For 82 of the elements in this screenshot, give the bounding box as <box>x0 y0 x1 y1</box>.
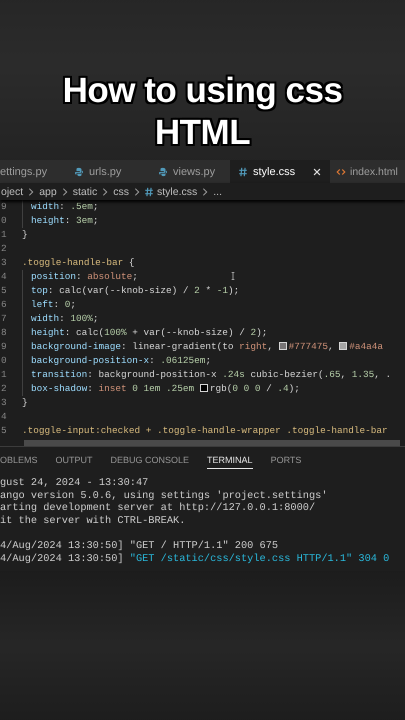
terminal-line: ango version 5.0.6, using settings 'project.settings' <box>0 490 328 502</box>
code-line: } <box>22 396 28 410</box>
video-title: How to using css <box>62 70 342 112</box>
line-number: 4 <box>0 270 8 284</box>
editor-tab[interactable]: style.css <box>230 160 330 183</box>
code-text: 0 0 0 <box>232 383 260 394</box>
code-text: rgb( <box>210 383 232 394</box>
code-text: : <box>87 383 94 394</box>
breadcrumb-item[interactable]: app <box>38 186 58 198</box>
code-line: width: 100%; <box>22 312 99 326</box>
terminal-text: "GET /static/css/style.css HTTP/1.1" 304 0 <box>130 552 390 565</box>
line-number: 0 <box>0 214 8 228</box>
code-line: left: 0; <box>22 298 76 312</box>
code-text: , <box>328 341 335 352</box>
line-number: 5 <box>0 424 8 438</box>
line-number: 2 <box>0 382 8 396</box>
terminal-line: 4/Aug/2024 13:30:50] "GET / HTTP/1.1" 200 675 <box>0 538 280 553</box>
panel-tab[interactable]: TERMINAL <box>207 452 253 468</box>
line-number: 0 <box>0 354 8 368</box>
text-cursor-icon <box>229 270 237 282</box>
editor-tab[interactable]: ettings.py <box>0 160 68 183</box>
code-line: height: calc(100% + var(--knob-size) / 2); <box>22 326 268 340</box>
code-text: right <box>239 341 268 352</box>
breadcrumb-item[interactable]: css <box>112 186 130 198</box>
code-line: height: 3em; <box>22 214 99 228</box>
python-file-icon <box>158 166 168 176</box>
angle-brackets-icon <box>336 166 346 176</box>
color-swatch[interactable] <box>278 342 287 350</box>
line-number: 6 <box>0 298 8 312</box>
scrollbar[interactable] <box>24 440 400 446</box>
code-text: .4 <box>277 383 289 394</box>
terminal-line: arting development server at http://127.0.0.1:8000/ <box>0 502 316 515</box>
close-icon[interactable] <box>312 166 322 176</box>
terminal-text: 4/Aug/2024 13:30:50] <box>0 552 125 565</box>
line-number: 1 <box>0 228 8 242</box>
panel-tab[interactable]: OUTPUT <box>56 452 93 468</box>
code-line: position: absolute; <box>22 270 138 284</box>
panel-tab[interactable]: OBLEMS <box>0 452 38 468</box>
code-text: 0 1em .25em <box>132 383 196 394</box>
line-number: 2 <box>0 242 8 256</box>
video-title: HTML <box>154 112 250 154</box>
terminal-line: gust 24, 2024 - 13:30:47 <box>0 477 150 490</box>
panel-tab[interactable]: DEBUG CONSOLE <box>110 452 190 468</box>
code-line: width: .5em; <box>22 200 99 214</box>
code-text: #a4a4a <box>349 341 383 352</box>
line-number: 1 <box>0 368 8 382</box>
code-text: / <box>265 383 273 394</box>
color-swatch[interactable] <box>200 384 208 392</box>
python-file-icon <box>74 166 84 176</box>
line-number: 3 <box>0 396 8 410</box>
line-number: 4 <box>0 410 8 424</box>
hash-icon <box>144 186 154 196</box>
code-line: } <box>22 228 28 242</box>
code-line: top: calc(var(--knob-size) / 2 * -1); <box>22 284 240 298</box>
code-text: background-image <box>31 341 122 352</box>
code-line: .toggle-handle-bar { <box>22 256 135 270</box>
hash-icon <box>238 166 248 176</box>
code-text: box-shadow <box>31 383 88 394</box>
line-number: 8 <box>0 326 8 340</box>
code-line: .toggle-input:checked + .toggle-handle-wrapper .toggle-handle-bar <box>22 424 388 438</box>
code-line: background-position-x: .06125em; <box>22 354 212 368</box>
line-number: 9 <box>0 340 8 354</box>
code-text: : linear-gradient(to <box>121 341 235 352</box>
terminal-line: it the server with CTRL-BREAK. <box>0 514 186 528</box>
breadcrumb-item[interactable]: ... <box>212 186 224 198</box>
code-text: ); <box>288 383 300 394</box>
editor-tab[interactable]: views.py <box>150 160 230 183</box>
breadcrumb-item[interactable]: static <box>72 186 98 198</box>
code-text: inset <box>98 383 128 394</box>
color-swatch[interactable] <box>339 342 348 350</box>
code-text: , <box>267 341 274 352</box>
code-line: transition: background-position-x .24s cubic-bezier(.65, 1.35, . <box>22 368 392 382</box>
line-number: 7 <box>0 312 8 326</box>
panel-tab[interactable]: PORTS <box>270 452 302 468</box>
line-number: 5 <box>0 284 8 298</box>
breadcrumb-item[interactable]: oject <box>0 186 24 198</box>
code-text: #777475 <box>288 341 328 352</box>
editor-tab[interactable]: urls.py <box>68 160 150 183</box>
breadcrumb-item[interactable]: style.css <box>156 186 198 198</box>
line-number: 9 <box>0 200 8 214</box>
editor-tab[interactable]: index.html <box>330 160 405 183</box>
line-number: 3 <box>0 256 8 270</box>
